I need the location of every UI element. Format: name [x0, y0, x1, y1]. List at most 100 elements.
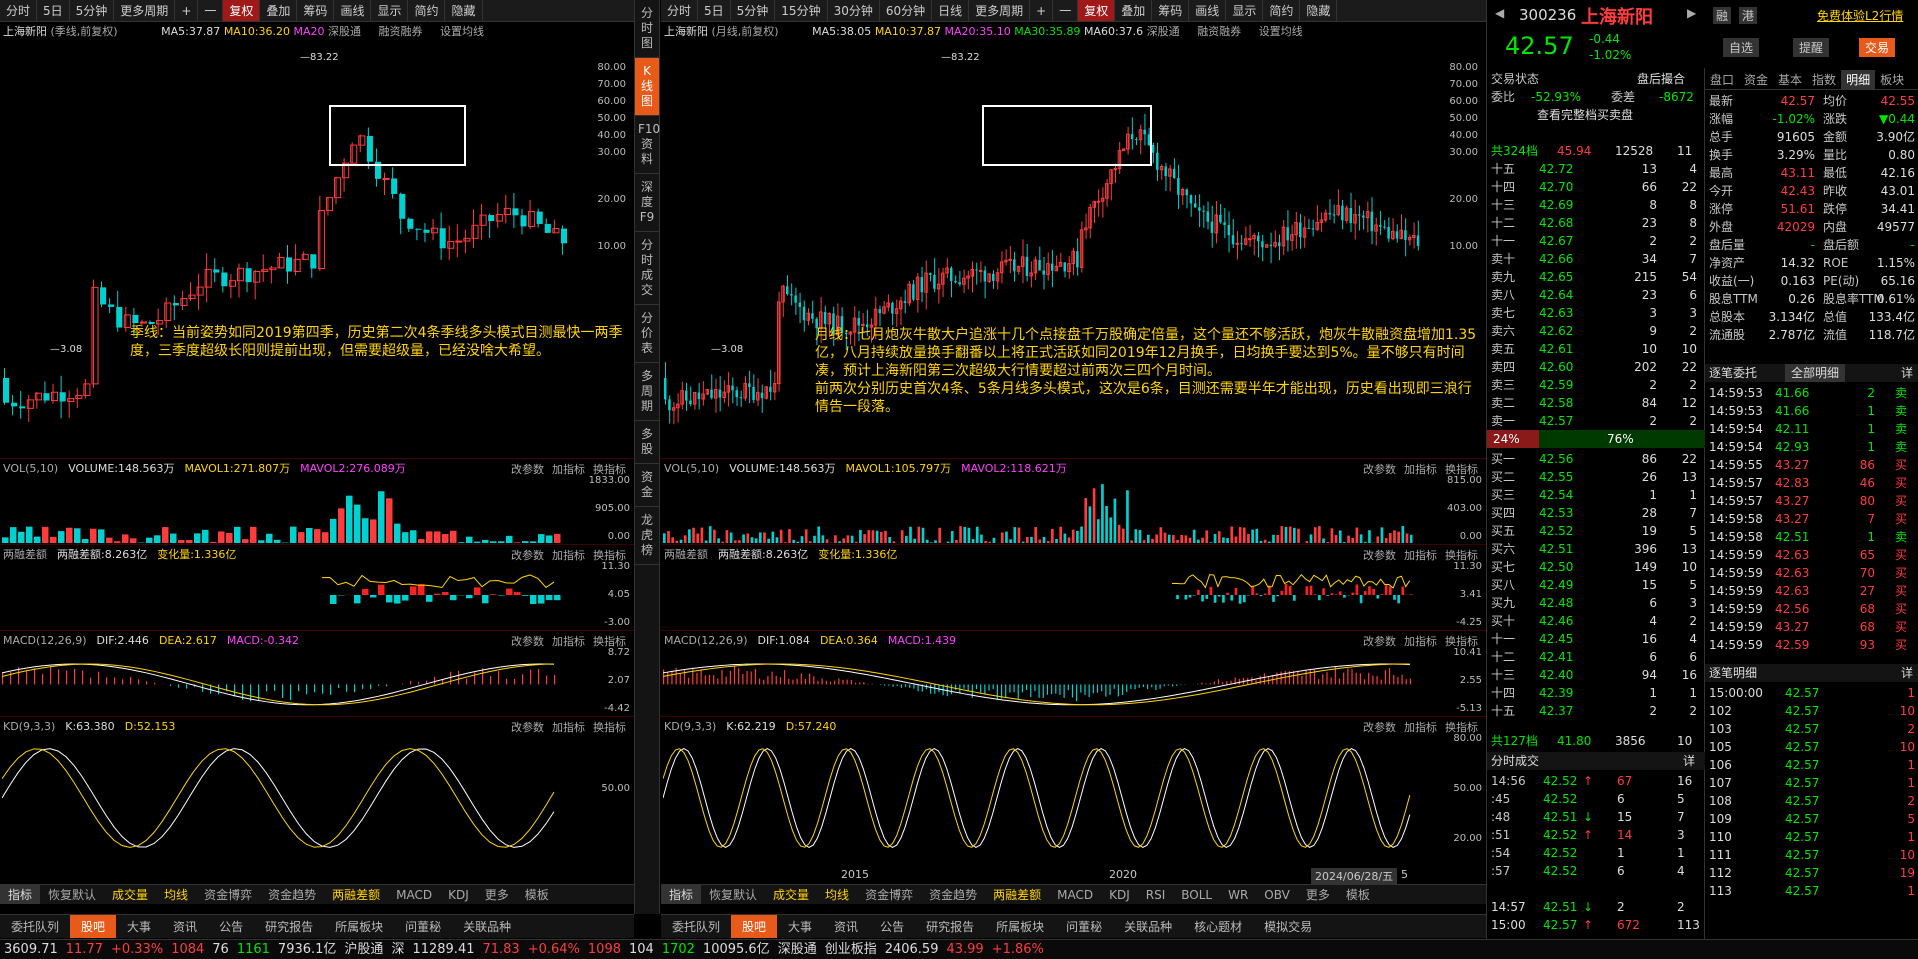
orderbook-row[interactable]: 卖六 42.62 9 2	[1487, 322, 1705, 340]
right-indicator-tab-12[interactable]: OBV	[1256, 885, 1298, 904]
orderbook-row[interactable]: 卖九 42.65 215 54	[1487, 268, 1705, 286]
right-toolbar-item-8[interactable]: +	[1030, 0, 1054, 21]
right-toolbar-item-9[interactable]: 一	[1053, 0, 1079, 21]
right-toolbar-item-15[interactable]: 简约	[1263, 0, 1301, 21]
trade-button[interactable]: 交易	[1859, 38, 1896, 57]
margin-badge[interactable]: 融	[1713, 7, 1732, 24]
left-toolbar-item-3[interactable]: 更多周期	[114, 0, 176, 21]
right-indicator-tab-5[interactable]: 资金趋势	[921, 885, 985, 904]
next-stock-icon[interactable]: ▶	[1687, 6, 1696, 20]
right-toolbar-item-3[interactable]: 15分钟	[775, 0, 828, 21]
right-subpanel-kd[interactable]: KD(9,3,3) K:62.219 D:57.240 改参数 加指标 换指标 80.00 5…	[661, 716, 1486, 866]
prev-stock-icon[interactable]: ◀	[1495, 6, 1504, 20]
right-nav-tab-1[interactable]: 股吧	[731, 915, 778, 938]
left-nav-tab-8[interactable]: 关联品种	[452, 915, 522, 938]
right-toolbar-item-5[interactable]: 60分钟	[880, 0, 933, 21]
orderbook-row[interactable]: 十四 42.70 66 22	[1487, 178, 1705, 196]
orderbook-row[interactable]: 买五 42.52 19 5	[1487, 522, 1705, 540]
orderbook-row[interactable]: 买七 42.50 149 10	[1487, 558, 1705, 576]
orderbook-row[interactable]: 十二 42.41 6 6	[1487, 648, 1705, 666]
right-toolbar-item-7[interactable]: 更多周期	[969, 0, 1031, 21]
orderbook-row[interactable]: 十五 42.72 13 4	[1487, 160, 1705, 178]
right-subpanel-vol[interactable]: VOL(5,10) VOLUME:148.563万 MAVOL1:105.797万 M…	[661, 458, 1486, 544]
orderbook-row[interactable]: 卖四 42.60 202 22	[1487, 358, 1705, 376]
left-toolbar-item-5[interactable]: 一	[198, 0, 224, 21]
right-toolbar-item-1[interactable]: 5日	[698, 0, 731, 21]
detail-more-button[interactable]: 详	[1901, 364, 1913, 382]
left-link-1[interactable]: 融资融券	[379, 25, 423, 38]
right-nav-tab-0[interactable]: 委托队列	[661, 915, 731, 938]
vtab-8[interactable]: 资金	[635, 464, 659, 507]
right-link-1[interactable]: 融资融券	[1197, 25, 1241, 38]
quote-tab-2[interactable]: 基本	[1773, 70, 1807, 89]
left-indicator-tab-6[interactable]: 两融差额	[324, 885, 388, 904]
left-nav-tab-3[interactable]: 资讯	[162, 915, 208, 938]
left-link-0[interactable]: 深股通	[328, 25, 361, 38]
status-item-8[interactable]: 深	[391, 942, 404, 957]
right-toolbar-item-13[interactable]: 画线	[1189, 0, 1227, 21]
right-indicator-tab-4[interactable]: 资金博弈	[857, 885, 921, 904]
right-toolbar-item-10[interactable]: 复权	[1078, 0, 1116, 21]
left-toolbar-item-11[interactable]: 简约	[408, 0, 446, 21]
orderbook-row[interactable]: 买十 42.46 4 2	[1487, 612, 1705, 630]
right-indicator-tab-8[interactable]: KDJ	[1101, 885, 1138, 904]
orderbook-row[interactable]: 买九 42.48 6 3	[1487, 594, 1705, 612]
right-indicator-tab-7[interactable]: MACD	[1049, 885, 1101, 904]
right-toolbar-item-16[interactable]: 隐藏	[1300, 0, 1338, 21]
right-nav-tab-10[interactable]: 模拟交易	[1253, 915, 1323, 938]
left-nav-tab-4[interactable]: 公告	[208, 915, 254, 938]
right-indicator-tab-2[interactable]: 成交量	[765, 885, 817, 904]
orderbook-row[interactable]: 买八 42.49 15 5	[1487, 576, 1705, 594]
status-item-17[interactable]: 创业板指	[825, 942, 877, 957]
right-indicator-tab-1[interactable]: 恢复默认	[701, 885, 765, 904]
vtab-7[interactable]: 多股	[635, 421, 659, 464]
right-nav-tab-7[interactable]: 问董秘	[1055, 915, 1113, 938]
left-indicator-tab-4[interactable]: 资金博弈	[196, 885, 260, 904]
left-indicator-tab-7[interactable]: MACD	[388, 885, 440, 904]
orderbook-row[interactable]: 买四 42.53 28 7	[1487, 504, 1705, 522]
deals-more-button[interactable]: 详	[1901, 664, 1913, 682]
right-toolbar-item-12[interactable]: 筹码	[1152, 0, 1190, 21]
right-nav-tab-4[interactable]: 公告	[869, 915, 915, 938]
watchlist-button[interactable]: 自选	[1723, 38, 1760, 57]
orderbook-row[interactable]: 卖三 42.59 2 2	[1487, 376, 1705, 394]
left-toolbar-item-6[interactable]: 复权	[223, 0, 261, 21]
right-toolbar-item-11[interactable]: 叠加	[1115, 0, 1153, 21]
level2-link[interactable]: 免费体验L2行情	[1817, 7, 1903, 24]
right-link-0[interactable]: 深股通	[1147, 25, 1180, 38]
orderbook-row[interactable]: 卖一 42.57 2 2	[1487, 412, 1705, 430]
quote-tab-0[interactable]: 盘口	[1705, 70, 1739, 89]
orderbook-row[interactable]: 买三 42.54 1 1	[1487, 486, 1705, 504]
left-indicator-tab-5[interactable]: 资金趋势	[260, 885, 324, 904]
left-indicator-tab-0[interactable]: 指标	[0, 885, 41, 904]
left-indicator-tab-3[interactable]: 均线	[156, 885, 196, 904]
right-indicator-tab-10[interactable]: BOLL	[1173, 885, 1220, 904]
right-toolbar-item-0[interactable]: 分时	[661, 0, 699, 21]
orderbook-row[interactable]: 卖八 42.64 23 6	[1487, 286, 1705, 304]
orderbook-row[interactable]: 十五 42.37 2 2	[1487, 702, 1705, 720]
vtab-2[interactable]: F10资料	[635, 116, 660, 174]
right-indicator-tab-3[interactable]: 均线	[817, 885, 857, 904]
left-subpanel-margin[interactable]: 两融差额 两融差额:8.263亿 变化量:1.336亿 改参数 加指标 换指标 11.30 4…	[0, 544, 634, 630]
orderbook-row[interactable]: 卖二 42.58 84 12	[1487, 394, 1705, 412]
left-nav-tab-0[interactable]: 委托队列	[0, 915, 70, 938]
vtab-9[interactable]: 龙虎榜	[635, 507, 659, 565]
vtab-4[interactable]: 分时成交	[635, 232, 659, 305]
left-nav-tab-7[interactable]: 问董秘	[394, 915, 452, 938]
left-nav-tab-2[interactable]: 大事	[116, 915, 162, 938]
hk-badge[interactable]: 港	[1739, 7, 1758, 24]
right-toolbar-item-4[interactable]: 30分钟	[828, 0, 880, 21]
left-toolbar-item-2[interactable]: 5分钟	[70, 0, 115, 21]
quote-tab-4[interactable]: 明细	[1841, 70, 1876, 89]
left-subpanel-kd[interactable]: KD(9,3,3) K:63.380 D:52.153 改参数 加指标 换指标 50.00	[0, 716, 634, 866]
right-indicator-tab-11[interactable]: WR	[1220, 885, 1256, 904]
right-toolbar-item-6[interactable]: 日线	[932, 0, 970, 21]
right-nav-tab-2[interactable]: 大事	[777, 915, 823, 938]
right-subpanel-margin[interactable]: 两融差额 两融差额:8.263亿 变化量:1.336亿 改参数 加指标 换指标 11.30 3…	[661, 544, 1486, 630]
left-nav-tab-5[interactable]: 研究报告	[254, 915, 324, 938]
right-indicator-tab-9[interactable]: RSI	[1138, 885, 1174, 904]
left-toolbar-item-12[interactable]: 隐藏	[445, 0, 483, 21]
status-item-16[interactable]: 深股通	[778, 942, 817, 957]
left-indicator-tab-9[interactable]: 更多	[477, 885, 517, 904]
orderbook-row[interactable]: 卖五 42.61 10 10	[1487, 340, 1705, 358]
